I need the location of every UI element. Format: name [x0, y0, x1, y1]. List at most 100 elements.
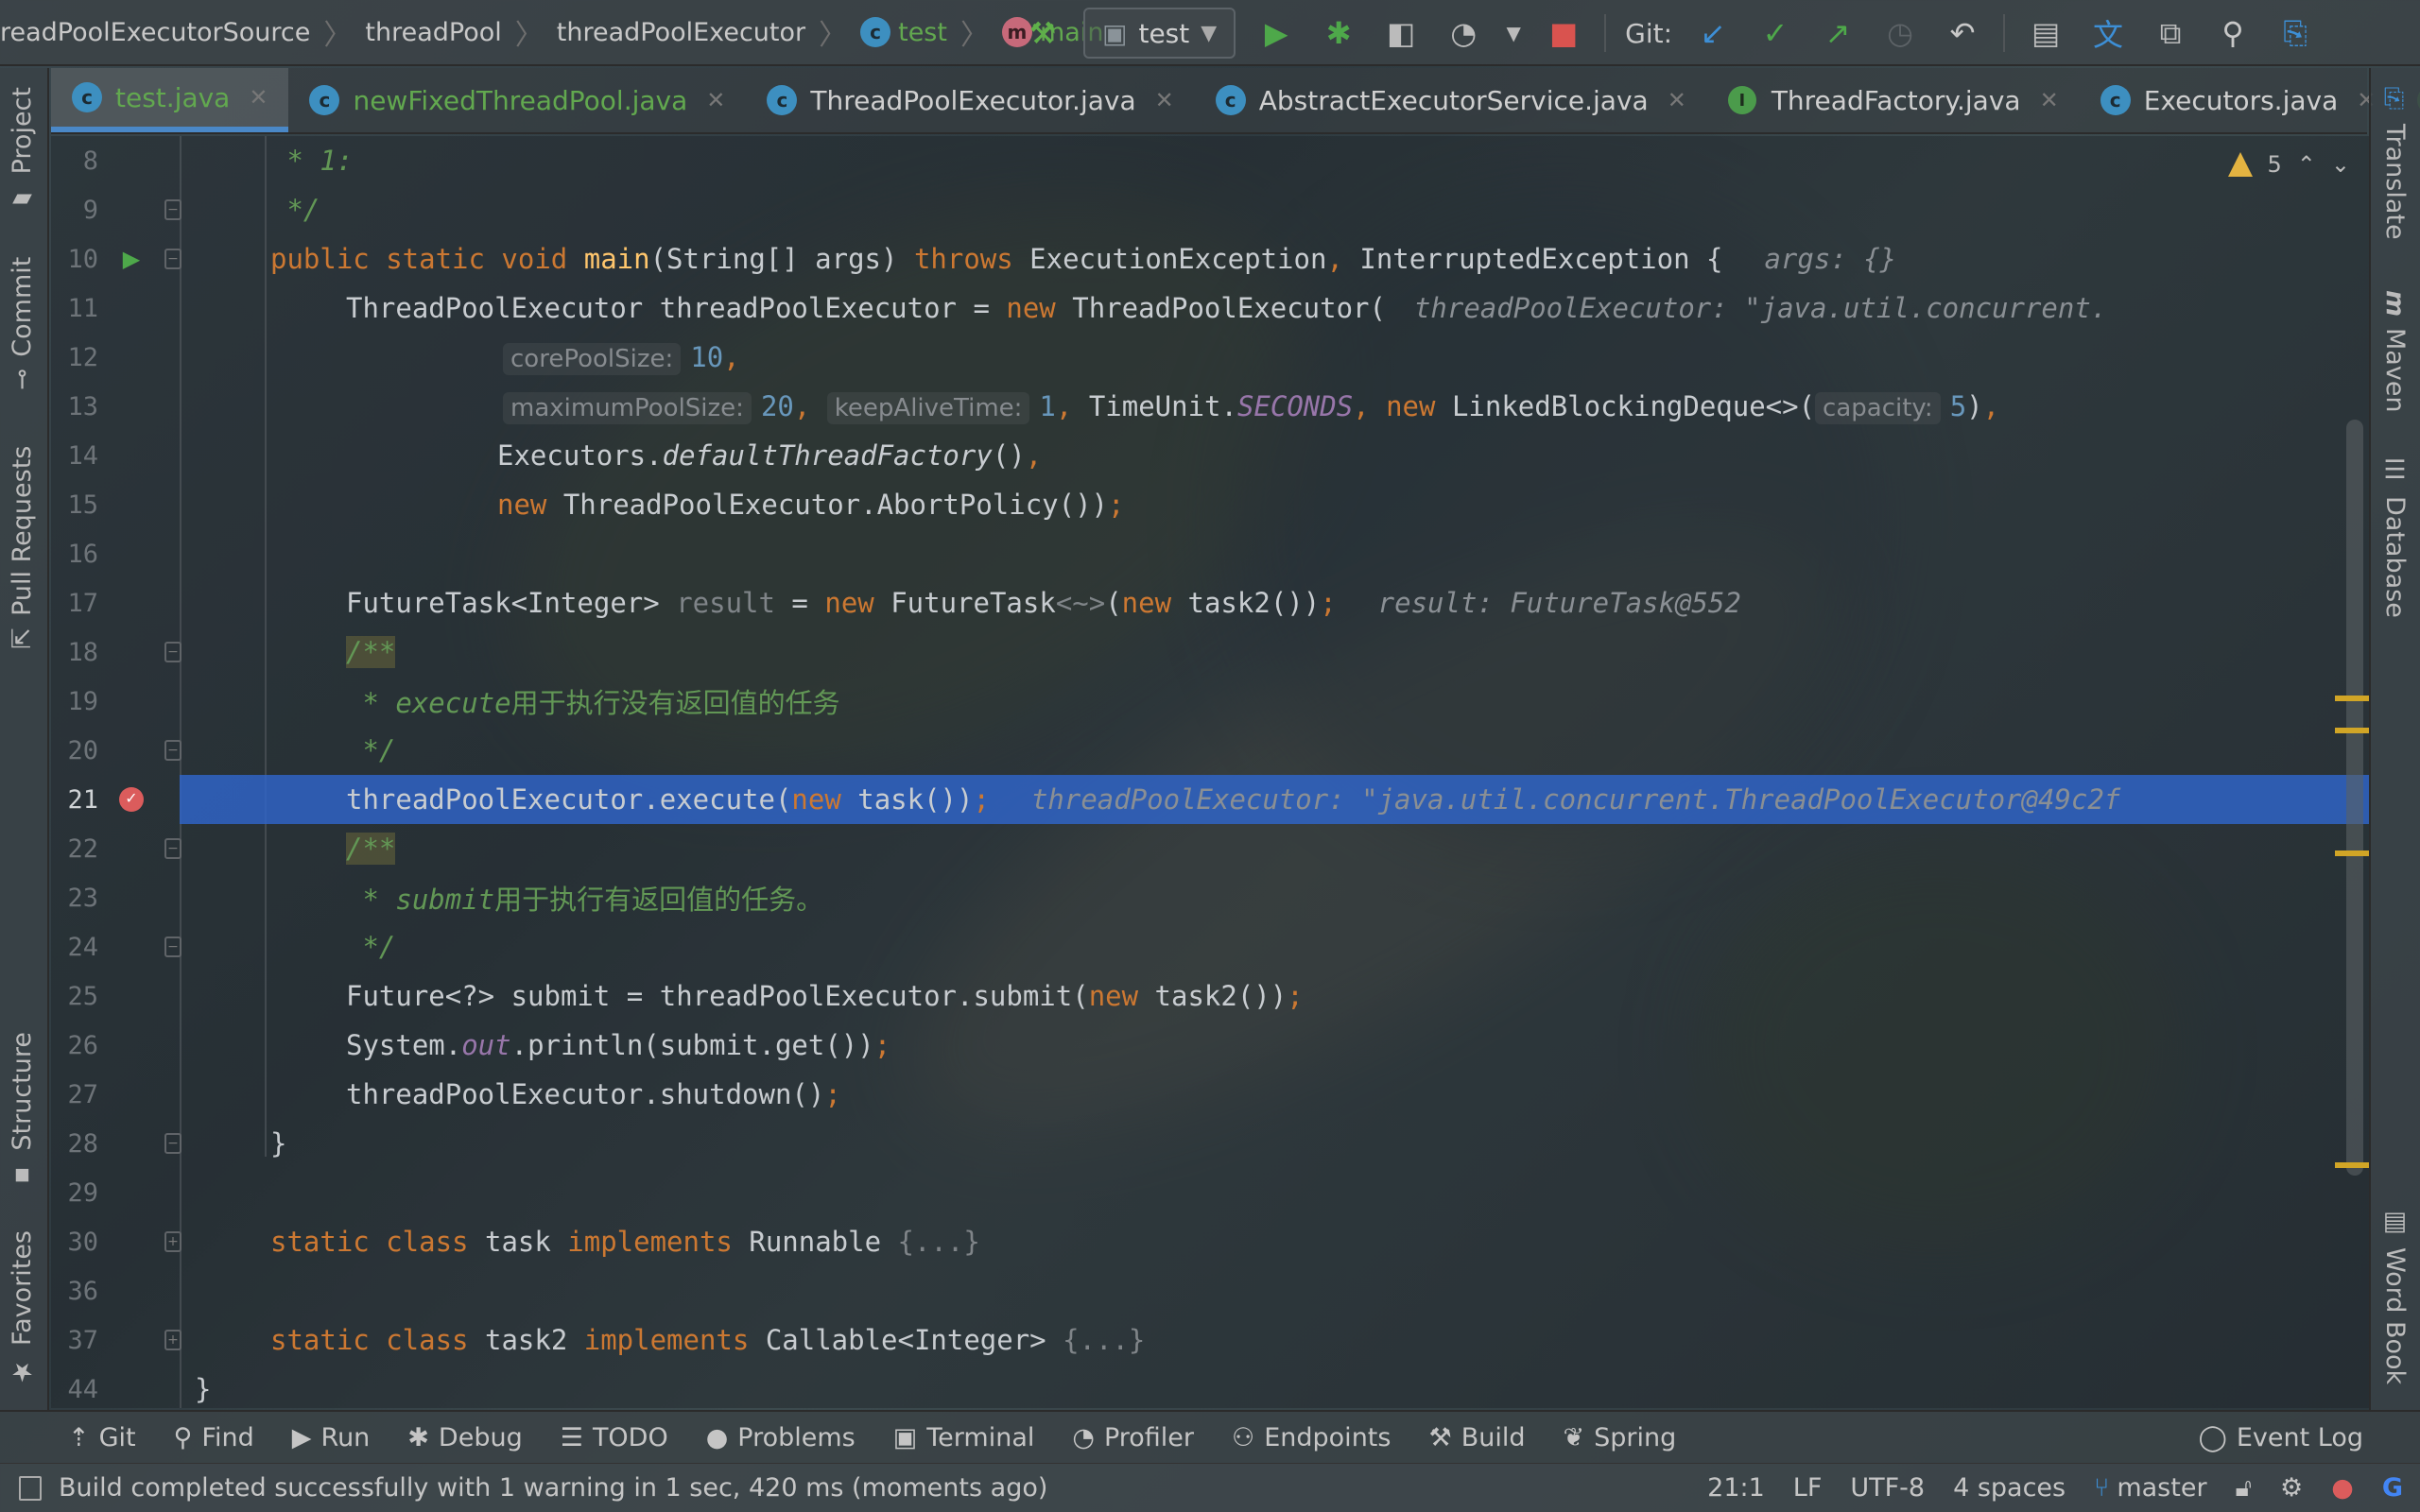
- tool-translate[interactable]: ⎘ Translate: [2380, 87, 2410, 240]
- parameter-hint: capacity:: [1815, 392, 1941, 424]
- tool-debug[interactable]: ✱ Debug: [407, 1423, 522, 1452]
- breadcrumb-subpackage[interactable]: threadPoolExecutor: [557, 18, 805, 47]
- tool-structure[interactable]: ▪ Structure: [8, 1032, 37, 1192]
- translate-plugin-icon[interactable]: ⎘: [2273, 11, 2317, 55]
- profile-icon[interactable]: ◔: [1442, 11, 1485, 55]
- tool-project[interactable]: ▰ Project: [8, 87, 37, 215]
- close-icon[interactable]: ✕: [249, 84, 268, 111]
- fold-end-icon[interactable]: −: [164, 936, 182, 957]
- run-icon[interactable]: ▶: [1254, 11, 1298, 55]
- more-run-options-icon[interactable]: ▼: [1504, 11, 1523, 55]
- breadcrumb-package[interactable]: threadPool: [365, 18, 501, 47]
- tool-profiler[interactable]: ◔ Profiler: [1072, 1423, 1194, 1452]
- tool-build[interactable]: ⚒ Build: [1428, 1423, 1525, 1452]
- git-push-icon[interactable]: ↗: [1816, 11, 1859, 55]
- line-separator[interactable]: LF: [1793, 1473, 1823, 1503]
- tool-favorites[interactable]: ★ Favorites: [8, 1230, 37, 1386]
- tool-word-book[interactable]: ▤ Word Book: [2380, 1207, 2410, 1384]
- main-toolbar: ⚒ ▣ test ▼ ▶ ✱ ◧ ◔ ▼ ■ Git: ↙ ✓ ↗ ◷ ↶ ▤ …: [1021, 0, 2317, 66]
- run-configuration-select[interactable]: ▣ test ▼: [1083, 8, 1236, 59]
- run-gutter-icon[interactable]: ▶: [117, 245, 146, 273]
- file-encoding[interactable]: UTF-8: [1850, 1473, 1925, 1503]
- tool-find[interactable]: ⚲ Find: [174, 1423, 254, 1452]
- tab-threadpoolexecutor-java[interactable]: c ThreadPoolExecutor.java ✕: [746, 68, 1194, 132]
- settings-help-icon[interactable]: ⚙: [2280, 1473, 2303, 1503]
- tool-spring[interactable]: ❦ Spring: [1563, 1423, 1676, 1452]
- google-translate-icon[interactable]: G: [2382, 1473, 2403, 1503]
- tab-test-java[interactable]: c test.java ✕: [51, 68, 289, 132]
- breadcrumb-class[interactable]: c test: [860, 17, 947, 47]
- fold-end-icon[interactable]: −: [164, 740, 182, 761]
- translate-icon: ⎘: [2380, 87, 2410, 112]
- fold-start-icon[interactable]: −: [164, 642, 182, 662]
- tool-database[interactable]: ☰ Database: [2380, 455, 2410, 618]
- code-editor[interactable]: 5 ⌃ ⌄ 8 * 1: 9 − */ 10 ▶ − public static…: [51, 136, 2369, 1408]
- fold-start-icon[interactable]: −: [164, 838, 182, 859]
- fold-start-icon[interactable]: −: [164, 249, 182, 269]
- error-indicator-icon[interactable]: ●: [2331, 1473, 2354, 1503]
- tab-abstractexecutorservice-java[interactable]: c AbstractExecutorService.java ✕: [1195, 68, 1707, 132]
- maven-icon: m: [2380, 290, 2410, 318]
- tool-endpoints[interactable]: ⚇ Endpoints: [1232, 1423, 1391, 1452]
- breadcrumb-project[interactable]: readPoolExecutorSource: [0, 18, 310, 47]
- warning-stripe-marker[interactable]: [2335, 1162, 2369, 1168]
- translate-icon[interactable]: 文: [2086, 11, 2130, 55]
- indent-setting[interactable]: 4 spaces: [1953, 1473, 2066, 1503]
- toggle-tool-windows-icon[interactable]: [19, 1475, 42, 1501]
- tool-terminal[interactable]: ▣ Terminal: [893, 1423, 1035, 1452]
- stop-icon[interactable]: ■: [1542, 11, 1585, 55]
- event-log-icon: ◯: [2198, 1422, 2227, 1452]
- tab-executors-java[interactable]: c Executors.java ✕: [2080, 68, 2397, 132]
- profiler-icon: ◔: [1072, 1422, 1095, 1452]
- debug-icon: ✱: [407, 1422, 429, 1452]
- warning-stripe-marker[interactable]: [2335, 850, 2369, 856]
- tool-todo[interactable]: ☰ TODO: [561, 1423, 668, 1452]
- folded-code-region[interactable]: {...}: [1063, 1324, 1145, 1356]
- caret-position[interactable]: 21:1: [1707, 1473, 1765, 1503]
- parameter-hint: keepAliveTime:: [826, 392, 1030, 424]
- run-with-coverage-icon[interactable]: ◧: [1379, 11, 1423, 55]
- unlock-icon[interactable]: 🔓︎: [2236, 1473, 2253, 1503]
- close-icon[interactable]: ✕: [706, 87, 725, 113]
- git-branch[interactable]: ⑂ master: [2094, 1473, 2206, 1503]
- warning-stripe-marker[interactable]: [2335, 728, 2369, 733]
- tool-pull-requests[interactable]: ⇱ Pull Requests: [8, 446, 37, 649]
- tool-git[interactable]: ⇡ Git: [68, 1423, 136, 1452]
- project-structure-icon[interactable]: ▤: [2024, 11, 2067, 55]
- fold-end-icon[interactable]: −: [164, 1133, 182, 1154]
- code-line: 29: [51, 1168, 2369, 1217]
- code-line: 16: [51, 529, 2369, 578]
- run-anything-icon[interactable]: ⧉: [2149, 11, 2192, 55]
- fold-expand-icon[interactable]: +: [164, 1231, 182, 1252]
- left-tool-strip: ▰ Project ⊸ Commit ⇱ Pull Requests ▪ Structu…: [0, 68, 49, 1410]
- run-icon: ▶: [291, 1422, 312, 1452]
- build-hammer-icon[interactable]: ⚒: [1021, 11, 1064, 55]
- tool-maven[interactable]: m Maven: [2380, 290, 2410, 413]
- search-everywhere-icon[interactable]: ⚲: [2211, 11, 2255, 55]
- folded-code-region[interactable]: {...}: [898, 1226, 980, 1258]
- status-message[interactable]: Build completed successfully with 1 warn…: [59, 1473, 1047, 1503]
- fold-end-icon[interactable]: −: [164, 199, 182, 220]
- line-number: 12: [67, 342, 98, 372]
- warning-stripe-marker[interactable]: [2335, 696, 2369, 701]
- tool-commit[interactable]: ⊸ Commit: [8, 257, 37, 390]
- close-icon[interactable]: ✕: [2040, 87, 2059, 113]
- current-execution-line: 21 ✓ threadPoolExecutor.execute(new task…: [51, 775, 2369, 824]
- tool-event-log[interactable]: ◯ Event Log: [2199, 1423, 2363, 1452]
- git-update-icon[interactable]: ↙: [1691, 11, 1735, 55]
- tab-newfixedthreadpool-java[interactable]: c newFixedThreadPool.java ✕: [288, 68, 746, 132]
- tool-run[interactable]: ▶ Run: [292, 1423, 371, 1452]
- close-icon[interactable]: ✕: [1155, 87, 1174, 113]
- close-icon[interactable]: ✕: [1668, 87, 1686, 113]
- breakpoint-icon[interactable]: ✓: [117, 785, 146, 814]
- debug-icon[interactable]: ✱: [1317, 11, 1360, 55]
- tool-problems[interactable]: ● Problems: [706, 1423, 856, 1452]
- fold-expand-icon[interactable]: +: [164, 1330, 182, 1350]
- code-line: 28 − }: [51, 1119, 2369, 1168]
- rollback-icon[interactable]: ↶: [1941, 11, 1984, 55]
- git-commit-icon[interactable]: ✓: [1754, 11, 1797, 55]
- tab-threadfactory-java[interactable]: I ThreadFactory.java ✕: [1707, 68, 2080, 132]
- git-history-icon[interactable]: ◷: [1878, 11, 1922, 55]
- line-number: 8: [82, 146, 98, 176]
- vertical-scrollbar[interactable]: [2346, 420, 2363, 1176]
